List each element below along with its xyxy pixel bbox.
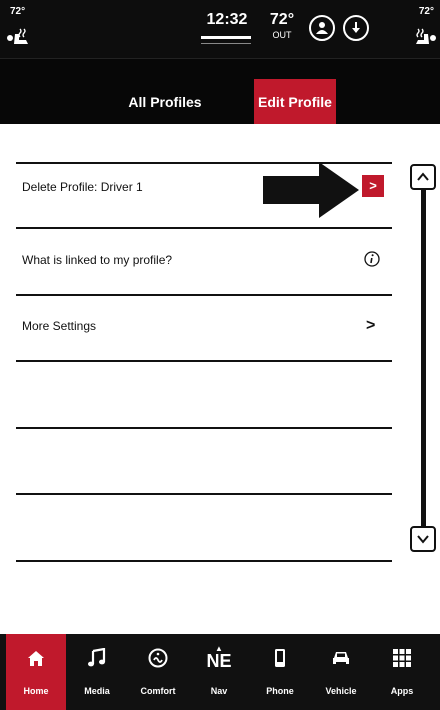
callout-arrow-icon [263, 162, 359, 218]
profile-tab-bar: All Profiles Edit Profile [0, 58, 440, 125]
nav-media[interactable]: Media [67, 634, 127, 710]
driver-temp: 72° [10, 6, 26, 17]
passenger-seat-heat-icon [416, 28, 436, 44]
clock-underline-secondary [201, 43, 251, 44]
nav-home[interactable]: Home [6, 634, 66, 710]
outside-temp-label: OUT [272, 30, 292, 40]
more-settings-label: More Settings [22, 319, 97, 333]
passenger-climate[interactable]: 72° [398, 4, 438, 52]
nav-apps[interactable]: Apps [372, 634, 432, 710]
tab-all-profiles-label: All Profiles [128, 94, 202, 110]
info-icon[interactable] [364, 251, 380, 267]
chevron-down-icon [417, 535, 429, 544]
linked-to-profile-label: What is linked to my profile? [22, 253, 173, 267]
nav-comfort-label: Comfort [140, 686, 176, 696]
passenger-temp: 72° [418, 6, 434, 17]
list-divider [16, 493, 392, 495]
screen: 72° 12:32 72° OUT 72° All Profiles Edit … [0, 0, 440, 710]
outside-temperature: 72° OUT [262, 11, 302, 41]
driver-climate[interactable]: 72° [4, 4, 44, 52]
tab-edit-profile[interactable]: Edit Profile [254, 79, 336, 125]
list-divider [16, 560, 392, 562]
bottom-nav: Home Media Comfort ▲ NE Nav Phone Vehicl… [0, 634, 440, 710]
delete-profile-label: Delete Profile: Driver 1 [22, 180, 143, 194]
download-icon [352, 22, 360, 33]
apps-grid-icon [393, 649, 411, 667]
driver-seat-heat-icon [7, 28, 28, 44]
nav-vehicle-label: Vehicle [325, 686, 357, 696]
nav-navigation[interactable]: ▲ NE Nav [189, 634, 249, 710]
nav-apps-label: Apps [390, 686, 414, 696]
car-icon [333, 652, 349, 664]
compass-heading: NE [206, 651, 232, 671]
chevron-up-icon [417, 172, 429, 181]
tab-edit-profile-label: Edit Profile [258, 94, 332, 110]
scroll-up-button[interactable] [410, 164, 436, 190]
delete-profile-chevron-button[interactable]: > [362, 175, 384, 197]
outside-temp-value: 72° [269, 11, 295, 28]
nav-vehicle[interactable]: Vehicle [311, 634, 371, 710]
status-bar: 72° 12:32 72° OUT 72° [0, 0, 440, 58]
profile-icon [316, 22, 328, 34]
tab-all-profiles[interactable]: All Profiles [105, 79, 225, 125]
list-divider [16, 427, 392, 429]
profile-button[interactable] [309, 15, 335, 41]
nav-nav-label: Nav [210, 686, 228, 696]
scrollbar-track[interactable] [421, 190, 426, 526]
clock-underline [201, 36, 251, 39]
nav-home-label: Home [23, 686, 49, 696]
list-divider [16, 360, 392, 362]
list-divider [16, 294, 392, 296]
phone-icon [275, 649, 285, 667]
chevron-right-icon: > [369, 178, 377, 193]
nav-comfort[interactable]: Comfort [128, 634, 188, 710]
nav-phone-label: Phone [266, 686, 294, 696]
compass-icon: ▲ NE [206, 644, 232, 671]
nav-phone[interactable]: Phone [250, 634, 310, 710]
clock: 12:32 [206, 11, 248, 28]
chevron-right-icon: > [366, 317, 376, 334]
scroll-down-button[interactable] [410, 526, 436, 552]
settings-list: Delete Profile: Driver 1 > What is linke… [0, 124, 440, 634]
download-button[interactable] [343, 15, 369, 41]
list-divider [16, 227, 392, 229]
music-note-icon [88, 648, 106, 667]
nav-media-label: Media [84, 686, 110, 696]
home-icon [28, 651, 44, 666]
comfort-icon [148, 648, 168, 668]
